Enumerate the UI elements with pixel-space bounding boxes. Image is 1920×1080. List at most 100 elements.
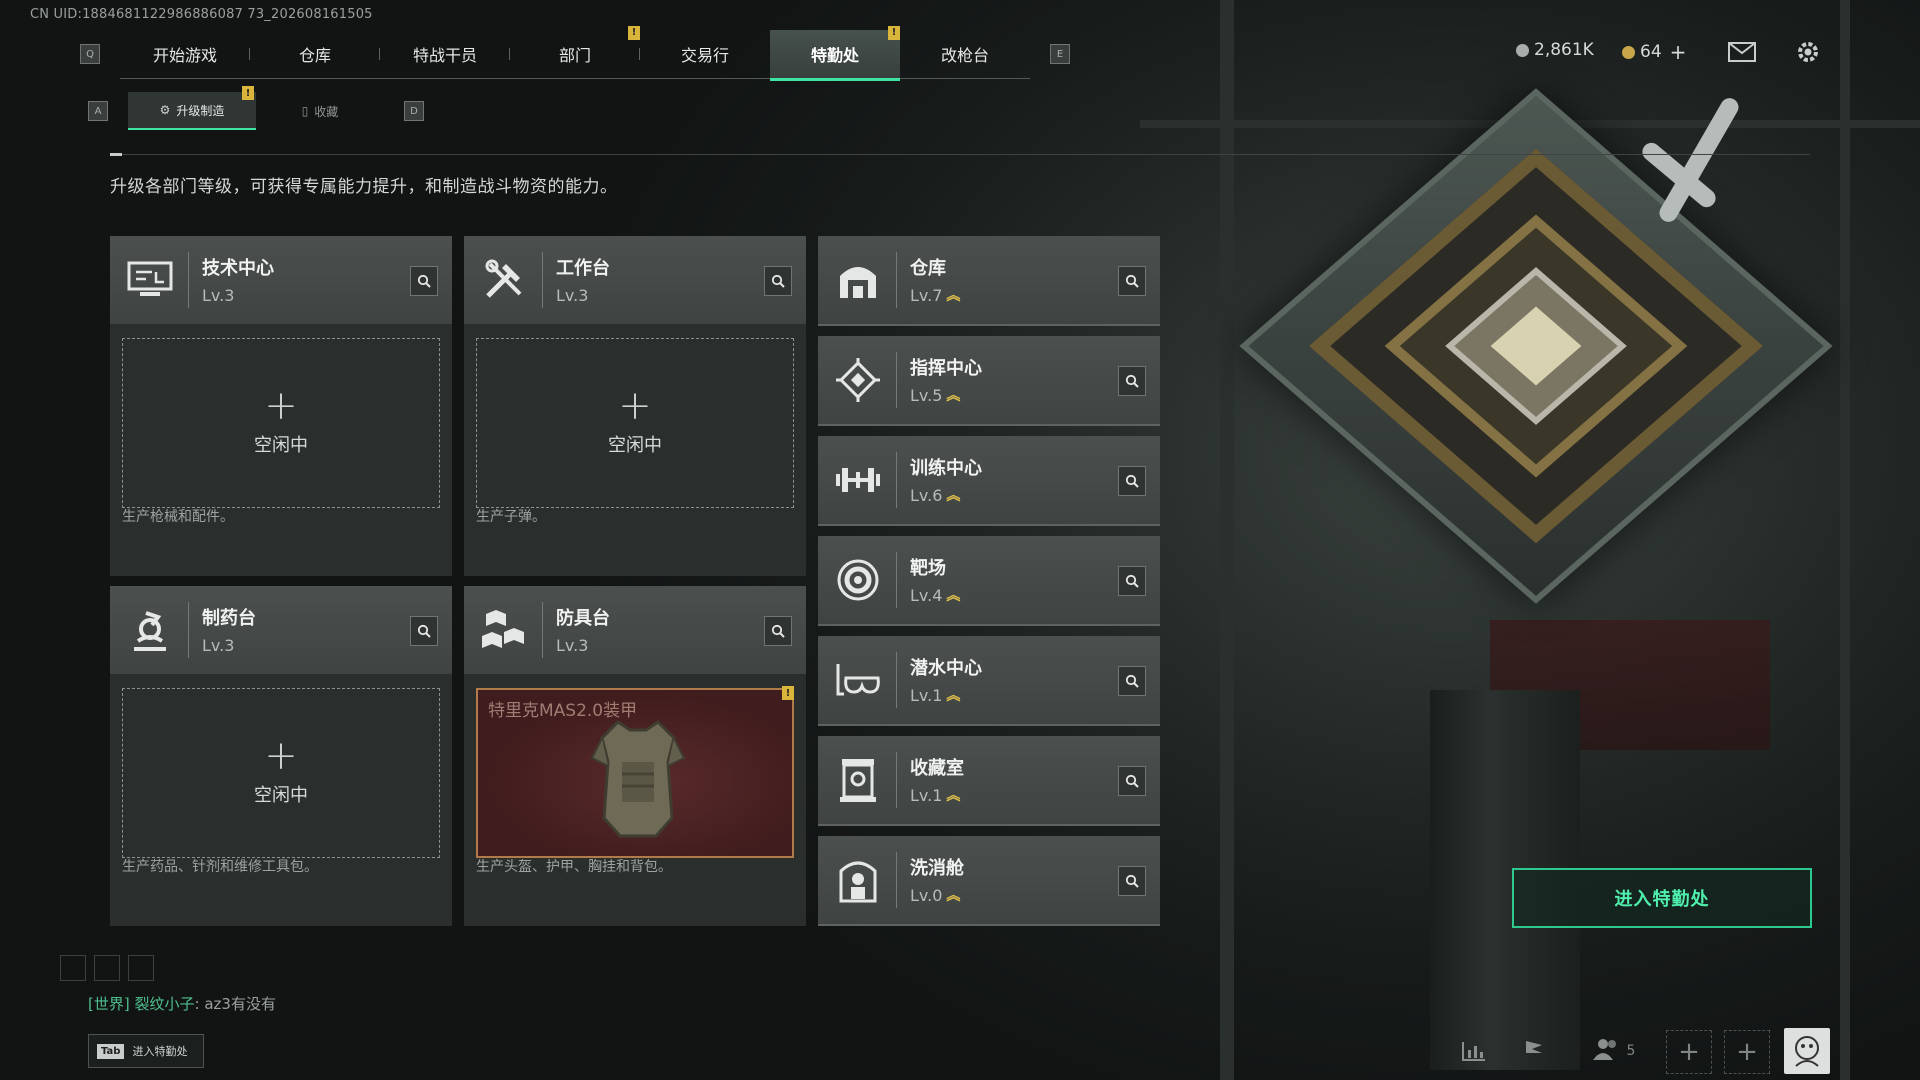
dept-name: 工作台	[556, 258, 610, 279]
add-slot-button[interactable]: +	[1724, 1030, 1770, 1074]
dept-card-command-center[interactable]: 指挥中心 Lv.5 ︽	[818, 336, 1160, 426]
tab-hint-button[interactable]: Tab 进入特勤处	[88, 1034, 204, 1068]
production-description: 生产头盔、护甲、胸挂和背包。	[476, 859, 672, 875]
tab-start-game[interactable]: 开始游戏	[120, 30, 250, 78]
dept-card-decon-chamber[interactable]: 洗消舱 Lv.0 ︽	[818, 836, 1160, 926]
add-slot-button[interactable]: +	[1666, 1030, 1712, 1074]
upgrade-icon: ⚙	[159, 103, 171, 117]
level-up-icon: ︽	[946, 787, 961, 804]
chat-message: : az3有没有	[194, 995, 276, 1013]
dept-card-shooting-range[interactable]: 靶场 Lv.4 ︽	[818, 536, 1160, 626]
settings-gear-icon[interactable]	[1794, 40, 1822, 64]
subnav-prev-key[interactable]: A	[88, 101, 108, 121]
avatar[interactable]	[1784, 1028, 1830, 1074]
tab-upgrade-craft[interactable]: ⚙ 升级制造 !	[128, 86, 256, 130]
nav-next-key[interactable]: E	[1050, 44, 1070, 64]
stats-icon[interactable]	[1454, 1030, 1494, 1072]
sub-nav: A ⚙ 升级制造 ! ▯ 收藏 D	[88, 86, 424, 130]
dept-level: Lv.4	[910, 586, 943, 605]
notification-badge: !	[782, 686, 794, 700]
dept-card-training-center[interactable]: 训练中心 Lv.6 ︽	[818, 436, 1160, 526]
mail-icon[interactable]	[1728, 40, 1756, 64]
add-icon: +	[264, 383, 298, 429]
pharmacy-icon	[124, 604, 176, 656]
search-icon[interactable]	[764, 266, 792, 296]
tab-operators[interactable]: 特战干员	[380, 30, 510, 78]
tab-department[interactable]: 部门 !	[510, 25, 640, 78]
chat-line[interactable]: [世界] 裂纹小子: az3有没有	[88, 993, 276, 1014]
tab-trading[interactable]: 交易行	[640, 30, 770, 78]
dept-level: Lv.0	[910, 886, 943, 905]
search-icon[interactable]	[1118, 566, 1146, 596]
search-icon[interactable]	[1118, 866, 1146, 896]
search-icon[interactable]	[1118, 366, 1146, 396]
production-slot[interactable]: + 空闲中	[122, 688, 440, 858]
dept-name: 潜水中心	[910, 658, 982, 679]
level-up-icon: ︽	[946, 487, 961, 504]
dept-name: 靶场	[910, 558, 946, 579]
level-up-icon: ︽	[946, 287, 961, 304]
dept-name: 训练中心	[910, 458, 982, 479]
dept-card-collection-room[interactable]: 收藏室 Lv.1 ︽	[818, 736, 1160, 826]
production-description: 生产子弹。	[476, 509, 546, 525]
production-slot[interactable]: + 空闲中	[476, 338, 794, 508]
production-item-slot[interactable]: 特里克MAS2.0装甲 !	[476, 686, 794, 858]
dept-name: 防具台	[556, 608, 610, 629]
search-icon[interactable]	[410, 616, 438, 646]
collection-room-icon	[832, 754, 884, 806]
search-icon[interactable]	[410, 266, 438, 296]
search-icon[interactable]	[1118, 466, 1146, 496]
level-up-icon: ︽	[946, 887, 961, 904]
dept-level: Lv.6	[910, 486, 943, 505]
dept-name: 技术中心	[202, 258, 274, 279]
friends-count: 5	[1626, 1043, 1636, 1059]
collection-icon: ▯	[301, 104, 309, 118]
search-icon[interactable]	[1118, 766, 1146, 796]
dept-card-warehouse[interactable]: 仓库 Lv.7 ︽	[818, 236, 1160, 326]
search-icon[interactable]	[1118, 666, 1146, 696]
add-currency-button[interactable]: +	[1670, 40, 1687, 64]
chat-user: 裂纹小子	[134, 995, 195, 1013]
armor-vest-image	[588, 718, 688, 846]
dept-level: Lv.1	[910, 686, 943, 705]
add-icon: +	[264, 733, 298, 779]
tab-gunsmith[interactable]: 改枪台	[900, 30, 1030, 78]
shooting-range-icon	[832, 554, 884, 606]
search-icon[interactable]	[764, 616, 792, 646]
tab-special-ops[interactable]: 特勤处 !	[770, 25, 900, 81]
level-up-icon: ︽	[946, 387, 961, 404]
dept-card-diving-center[interactable]: 潜水中心 Lv.1 ︽	[818, 636, 1160, 726]
divider	[110, 153, 1810, 156]
production-description: 生产药品、针剂和维修工具包。	[122, 859, 318, 875]
search-icon[interactable]	[1118, 266, 1146, 296]
production-panel-tech-center: + 空闲中 生产枪械和配件。	[110, 324, 452, 576]
tab-collection[interactable]: ▯ 收藏	[256, 93, 384, 129]
production-panel-workbench: + 空闲中 生产子弹。	[464, 324, 806, 576]
dept-name: 洗消舱	[910, 858, 964, 879]
friends-button[interactable]: 5	[1584, 1030, 1644, 1072]
page-description: 升级各部门等级，可获得专属能力提升，和制造战斗物资的能力。	[110, 177, 618, 197]
tab-key: Tab	[97, 1043, 125, 1059]
dept-card-pharmacy[interactable]: 制药台 Lv.3	[110, 586, 452, 676]
dept-card-workbench[interactable]: 工作台 Lv.3	[464, 236, 806, 326]
tab-warehouse[interactable]: 仓库	[250, 30, 380, 78]
warehouse-icon	[832, 254, 884, 306]
gold-coin-icon	[1622, 45, 1635, 59]
dept-level: Lv.1	[910, 786, 943, 805]
production-panel-pharmacy: + 空闲中 生产药品、针剂和维修工具包。	[110, 674, 452, 926]
production-description: 生产枪械和配件。	[122, 509, 234, 525]
flag-icon[interactable]	[1514, 1030, 1554, 1072]
dept-level: Lv.3	[556, 286, 589, 305]
training-center-icon	[832, 454, 884, 506]
enter-special-ops-button[interactable]: 进入特勤处	[1512, 868, 1812, 928]
subnav-next-key[interactable]: D	[404, 101, 424, 121]
notification-badge: !	[888, 25, 900, 40]
decon-chamber-icon	[832, 854, 884, 906]
special-ops-cube-image	[1239, 88, 1833, 670]
production-slot[interactable]: + 空闲中	[122, 338, 440, 508]
nav-prev-key[interactable]: Q	[80, 44, 100, 64]
dept-card-armor-bench[interactable]: 防具台 Lv.3	[464, 586, 806, 676]
dept-level: Lv.3	[556, 636, 589, 655]
nav-tabs: 开始游戏 仓库 特战干员 部门 ! 交易行 特勤处 ! 改枪台	[120, 25, 1030, 81]
dept-card-tech-center[interactable]: 技术中心 Lv.3	[110, 236, 452, 326]
